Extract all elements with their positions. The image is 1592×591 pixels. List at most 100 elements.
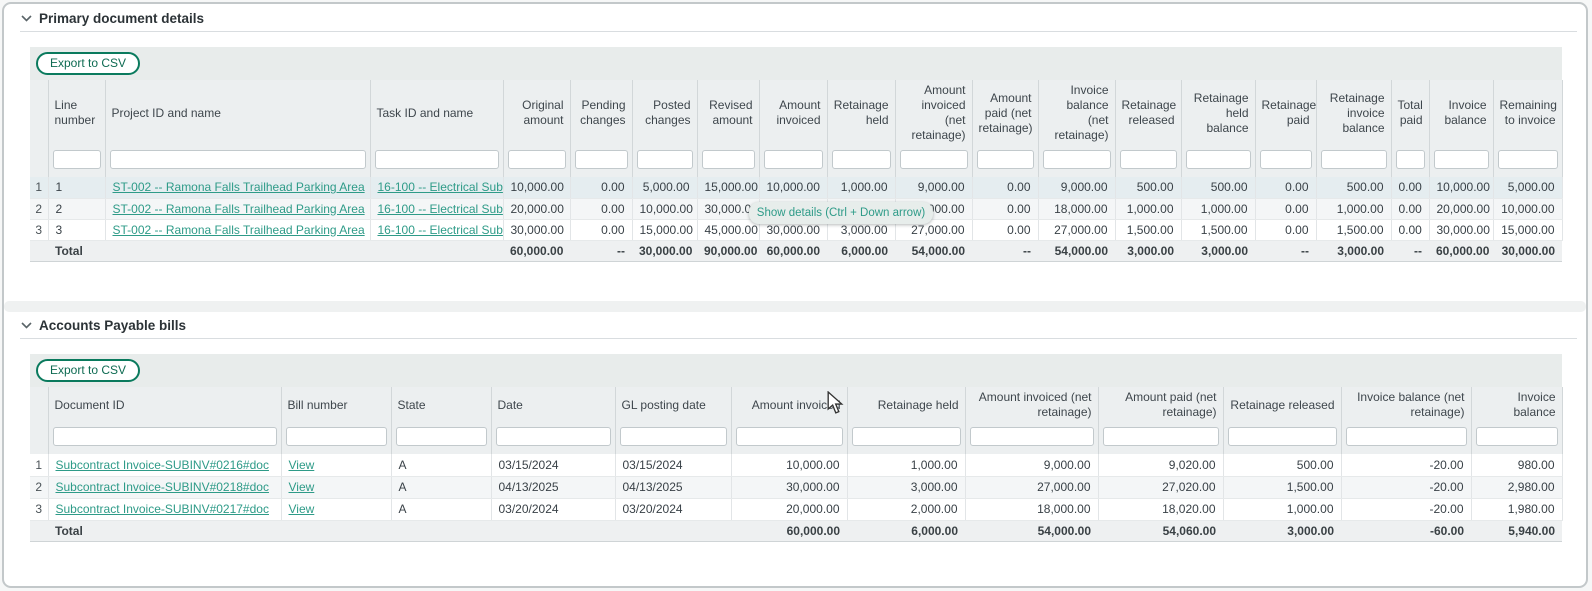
cell-invoice-balance: 30,000.00 bbox=[1429, 219, 1493, 240]
filter-input-amount-paid-net[interactable] bbox=[977, 150, 1034, 169]
column-header-invoice-balance[interactable]: Invoice balance bbox=[1471, 387, 1562, 423]
column-header-task[interactable]: Task ID and name bbox=[370, 80, 503, 146]
column-header-document-id[interactable]: Document ID bbox=[48, 387, 281, 423]
filter-input-invoice-balance-net[interactable] bbox=[1346, 427, 1467, 446]
filter-input-remaining-to-invoice[interactable] bbox=[1498, 150, 1558, 169]
column-header-bill-number[interactable]: Bill number bbox=[281, 387, 391, 423]
row-number: 1 bbox=[30, 454, 48, 476]
filter-input-retainage-released[interactable] bbox=[1228, 427, 1337, 446]
project-link[interactable]: ST-002 -- Ramona Falls Trailhead Parking… bbox=[113, 202, 365, 216]
filter-input-posted-changes[interactable] bbox=[637, 150, 693, 169]
cell-line-number: 1 bbox=[48, 177, 105, 198]
filter-input-retainage-held-balance[interactable] bbox=[1186, 150, 1251, 169]
filter-input-amount-invoiced[interactable] bbox=[764, 150, 823, 169]
filter-input-state[interactable] bbox=[396, 427, 487, 446]
column-header-remaining-to-invoice[interactable]: Remaining to invoice bbox=[1493, 80, 1562, 146]
column-header-amount-invoiced[interactable]: Amount invoiced bbox=[759, 80, 827, 146]
column-header-original-amount[interactable]: Original amount bbox=[503, 80, 570, 146]
filter-input-pending-changes[interactable] bbox=[575, 150, 628, 169]
filter-input-revised-amount[interactable] bbox=[702, 150, 755, 169]
filter-input-invoice-balance-net[interactable] bbox=[1043, 150, 1111, 169]
filter-input-retainage-invoice-balance[interactable] bbox=[1321, 150, 1387, 169]
bill-number-link[interactable]: View bbox=[289, 502, 315, 516]
cell-project: ST-002 -- Ramona Falls Trailhead Parking… bbox=[105, 198, 370, 219]
filter-input-retainage-held[interactable] bbox=[852, 427, 961, 446]
column-header-retainage-held-balance[interactable]: Retainage held balance bbox=[1181, 80, 1255, 146]
table-row[interactable]: 2Subcontract Invoice-SUBINV#0218#docView… bbox=[30, 476, 1562, 498]
document-id-link[interactable]: Subcontract Invoice-SUBINV#0217#doc bbox=[56, 502, 269, 516]
total-row: Total60,000.006,000.0054,000.0054,060.00… bbox=[30, 520, 1562, 541]
filter-input-date[interactable] bbox=[496, 427, 611, 446]
filter-input-original-amount[interactable] bbox=[508, 150, 566, 169]
filter-input-amount-invoiced-net[interactable] bbox=[900, 150, 968, 169]
document-id-link[interactable]: Subcontract Invoice-SUBINV#0218#doc bbox=[56, 480, 269, 494]
filter-input-retainage-held[interactable] bbox=[832, 150, 891, 169]
column-header-invoice-balance-net[interactable]: Invoice balance (net retainage) bbox=[1341, 387, 1471, 423]
cell-invoice-balance-net: 27,000.00 bbox=[1038, 219, 1115, 240]
section-header-accounts-payable-bills[interactable]: Accounts Payable bills bbox=[21, 318, 186, 333]
total-state bbox=[391, 520, 491, 541]
cell-date: 03/20/2024 bbox=[491, 498, 615, 520]
column-header-pending-changes[interactable]: Pending changes bbox=[570, 80, 632, 146]
column-header-posted-changes[interactable]: Posted changes bbox=[632, 80, 697, 146]
column-header-retainage-paid[interactable]: Retainage paid bbox=[1255, 80, 1316, 146]
cell-task: 16-100 -- Electrical Sub bbox=[370, 219, 503, 240]
filter-input-gl-posting-date[interactable] bbox=[620, 427, 727, 446]
column-header-amount-paid-net[interactable]: Amount paid (net retainage) bbox=[1098, 387, 1223, 423]
column-header-amount-invoiced[interactable]: Amount invoiced bbox=[731, 387, 847, 423]
task-link[interactable]: 16-100 -- Electrical Sub bbox=[378, 202, 503, 216]
filter-input-amount-invoiced-net[interactable] bbox=[970, 427, 1094, 446]
filter-input-amount-paid-net[interactable] bbox=[1103, 427, 1219, 446]
export-to-csv-button[interactable]: Export to CSV bbox=[36, 52, 140, 75]
cell-task: 16-100 -- Electrical Sub bbox=[370, 177, 503, 198]
column-header-amount-invoiced-net[interactable]: Amount invoiced (net retainage) bbox=[965, 387, 1098, 423]
cell-invoice-balance-net: -20.00 bbox=[1341, 476, 1471, 498]
column-header-total-paid[interactable]: Total paid bbox=[1391, 80, 1429, 146]
section-header-primary-document-details[interactable]: Primary document details bbox=[21, 11, 204, 26]
column-header-project[interactable]: Project ID and name bbox=[105, 80, 370, 146]
column-header-date[interactable]: Date bbox=[491, 387, 615, 423]
project-link[interactable]: ST-002 -- Ramona Falls Trailhead Parking… bbox=[113, 223, 365, 237]
filter-input-line-number[interactable] bbox=[53, 150, 101, 169]
task-link[interactable]: 16-100 -- Electrical Sub bbox=[378, 223, 503, 237]
filter-input-retainage-paid[interactable] bbox=[1260, 150, 1312, 169]
column-header-retainage-held[interactable]: Retainage held bbox=[827, 80, 895, 146]
table-row[interactable]: 11ST-002 -- Ramona Falls Trailhead Parki… bbox=[30, 177, 1562, 198]
chevron-down-icon[interactable] bbox=[21, 322, 32, 329]
column-header-invoice-balance-net[interactable]: Invoice balance (net retainage) bbox=[1038, 80, 1115, 146]
task-link[interactable]: 16-100 -- Electrical Sub bbox=[378, 180, 503, 194]
chevron-down-icon[interactable] bbox=[21, 15, 32, 22]
filter-input-task[interactable] bbox=[375, 150, 499, 169]
column-header-gl-posting-date[interactable]: GL posting date bbox=[615, 387, 731, 423]
document-id-link[interactable]: Subcontract Invoice-SUBINV#0216#doc bbox=[56, 458, 269, 472]
filter-input-invoice-balance[interactable] bbox=[1434, 150, 1489, 169]
column-header-retainage-held[interactable]: Retainage held bbox=[847, 387, 965, 423]
table-row[interactable]: 3Subcontract Invoice-SUBINV#0217#docView… bbox=[30, 498, 1562, 520]
total-revised-amount: 90,000.00 bbox=[697, 240, 759, 261]
filter-input-bill-number[interactable] bbox=[286, 427, 387, 446]
column-header-retainage-invoice-balance[interactable]: Retainage invoice balance bbox=[1316, 80, 1391, 146]
column-header-amount-paid-net[interactable]: Amount paid (net retainage) bbox=[972, 80, 1038, 146]
export-to-csv-button[interactable]: Export to CSV bbox=[36, 359, 140, 382]
filter-input-amount-invoiced[interactable] bbox=[736, 427, 843, 446]
column-header-amount-invoiced-net[interactable]: Amount invoiced (net retainage) bbox=[895, 80, 972, 146]
cell-total-paid: 0.00 bbox=[1391, 177, 1429, 198]
panel-separator bbox=[4, 301, 1586, 312]
column-header-invoice-balance[interactable]: Invoice balance bbox=[1429, 80, 1493, 146]
filter-input-invoice-balance[interactable] bbox=[1476, 427, 1558, 446]
column-header-state[interactable]: State bbox=[391, 387, 491, 423]
filter-input-total-paid[interactable] bbox=[1396, 150, 1425, 169]
column-header-retainage-released[interactable]: Retainage released bbox=[1115, 80, 1181, 146]
column-header-line-number[interactable]: Line number bbox=[48, 80, 105, 146]
filter-input-project[interactable] bbox=[110, 150, 366, 169]
project-link[interactable]: ST-002 -- Ramona Falls Trailhead Parking… bbox=[113, 180, 365, 194]
column-header-retainage-released[interactable]: Retainage released bbox=[1223, 387, 1341, 423]
filter-input-document-id[interactable] bbox=[53, 427, 277, 446]
table-row[interactable]: 1 Subcontract Invoice-SUBINV#0216#doc View… bbox=[30, 454, 1562, 476]
column-header-revised-amount[interactable]: Revised amount bbox=[697, 80, 759, 146]
bill-number-link[interactable]: View bbox=[289, 458, 315, 472]
filter-cell-revised-amount bbox=[697, 146, 759, 177]
filter-input-retainage-released[interactable] bbox=[1120, 150, 1177, 169]
bill-number-link[interactable]: View bbox=[289, 480, 315, 494]
filter-cell-posted-changes bbox=[632, 146, 697, 177]
